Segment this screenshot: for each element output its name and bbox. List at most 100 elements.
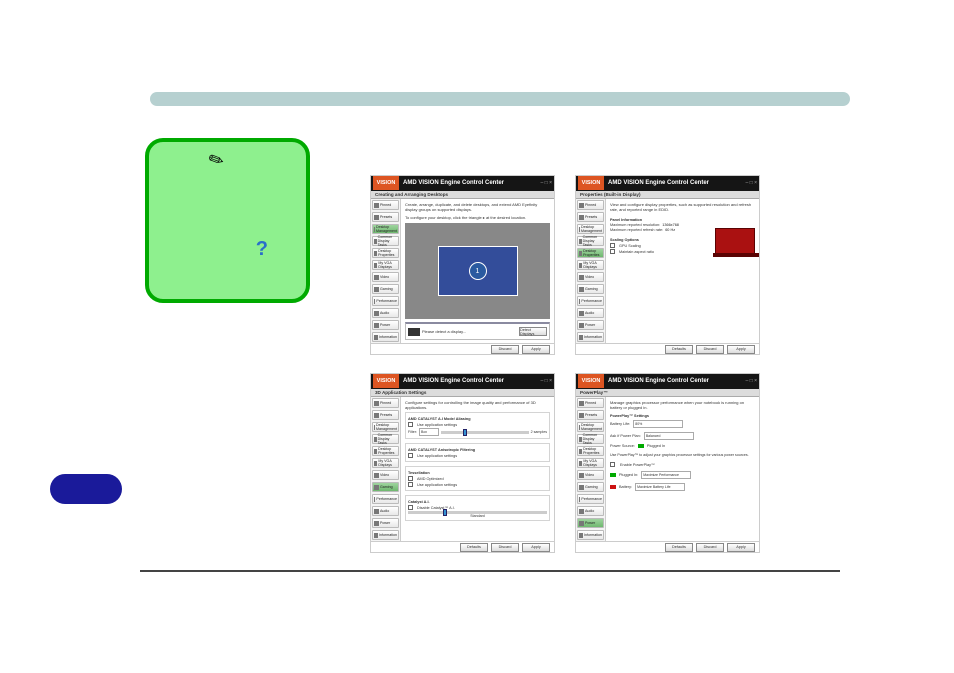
desktop-tile[interactable]: 1 bbox=[438, 246, 518, 296]
tess-use-row[interactable]: Use application settings bbox=[408, 482, 547, 487]
battery-row[interactable]: Battery:Maximize Battery Life bbox=[610, 483, 755, 491]
sidebar-item[interactable]: Information bbox=[577, 530, 604, 540]
sidebar-item[interactable]: My VGA Displays bbox=[372, 260, 399, 270]
sidebar-item[interactable]: Pinned bbox=[372, 398, 399, 408]
sidebar-item[interactable]: Video bbox=[372, 470, 399, 480]
sidebar-item[interactable]: My VGA Displays bbox=[577, 260, 604, 270]
sidebar-item[interactable]: Performance bbox=[577, 296, 604, 306]
sidebar-item-selected[interactable]: Desktop Properties bbox=[577, 248, 604, 258]
window-controls[interactable]: – □ × bbox=[746, 378, 758, 384]
sidebar-item[interactable]: My VGA Displays bbox=[372, 458, 399, 468]
sidebar-item[interactable]: Common Display Tasks bbox=[577, 236, 604, 246]
scaling-section: Scaling Options bbox=[610, 238, 709, 242]
discard-button[interactable]: Discard bbox=[491, 543, 519, 552]
desktop-preview[interactable]: 1 bbox=[405, 223, 550, 319]
display-icon bbox=[579, 239, 582, 244]
sidebar-item[interactable]: Audio bbox=[577, 506, 604, 516]
apply-button[interactable]: Apply bbox=[727, 345, 755, 354]
discard-button[interactable]: Discard bbox=[696, 345, 724, 354]
detection-strip: Please detect a display... Detect Displa… bbox=[405, 322, 550, 340]
filter-dropdown[interactable]: Box bbox=[419, 428, 439, 436]
af-use-app-row[interactable]: Use application settings bbox=[408, 453, 547, 458]
max-rr-row: Maximum reported refresh rate:60 Hz bbox=[610, 228, 709, 232]
plugged-dropdown[interactable]: Maximize Performance bbox=[641, 471, 691, 479]
sidebar-item[interactable]: Power bbox=[372, 518, 399, 528]
sidebar-item[interactable]: Presets bbox=[577, 410, 604, 420]
sidebar-item[interactable]: Pinned bbox=[372, 200, 399, 210]
sidebar-item[interactable]: Performance bbox=[372, 296, 399, 306]
sidebar-item[interactable]: Information bbox=[577, 332, 604, 342]
sidebar-item[interactable]: Desktop Management bbox=[577, 224, 604, 234]
sidebar-item[interactable]: Presets bbox=[372, 212, 399, 222]
catai-slider[interactable] bbox=[408, 511, 547, 514]
catai-level-label: Standard bbox=[408, 514, 547, 518]
help-icon[interactable]: ? bbox=[256, 238, 268, 261]
sidebar-item[interactable]: Video bbox=[577, 470, 604, 480]
aa-filter-row[interactable]: Filter: Box 2 samples bbox=[408, 428, 547, 436]
pp-subdesc: Use PowerPlay™ to adjust your graphics p… bbox=[610, 453, 755, 457]
sidebar-item[interactable]: Desktop Management bbox=[372, 422, 399, 432]
sidebar-item[interactable]: Common Display Tasks bbox=[372, 236, 399, 246]
sidebar-item[interactable]: Presets bbox=[577, 212, 604, 222]
enable-pp-row[interactable]: Enable PowerPlay™ bbox=[610, 462, 755, 467]
battery-dropdown[interactable]: Maximize Battery Life bbox=[635, 483, 685, 491]
sidebar-item[interactable]: Power bbox=[372, 320, 399, 330]
sidebar-item-selected[interactable]: Gaming bbox=[372, 482, 399, 492]
defaults-button[interactable]: Defaults bbox=[665, 345, 693, 354]
sidebar-note-card: ✎ ? bbox=[145, 138, 310, 303]
sidebar-item-selected[interactable]: Power bbox=[577, 518, 604, 528]
sidebar-item[interactable]: Gaming bbox=[372, 284, 399, 294]
plug-icon bbox=[610, 473, 616, 477]
defaults-button[interactable]: Defaults bbox=[460, 543, 488, 552]
apply-button[interactable]: Apply bbox=[522, 345, 550, 354]
power-source-row: Power Source:Plugged In bbox=[610, 444, 755, 448]
sidebar-item[interactable]: My VGA Displays bbox=[577, 458, 604, 468]
apply-button[interactable]: Apply bbox=[522, 543, 550, 552]
sidebar-item[interactable]: Desktop Properties bbox=[372, 446, 399, 456]
preset-icon bbox=[579, 215, 584, 220]
video-icon bbox=[579, 275, 584, 280]
apply-button[interactable]: Apply bbox=[727, 543, 755, 552]
sidebar-item[interactable]: Pinned bbox=[577, 398, 604, 408]
sidebar-item[interactable]: Gaming bbox=[577, 284, 604, 294]
sidebar-item[interactable]: Power bbox=[577, 320, 604, 330]
desktop-icon bbox=[579, 227, 580, 232]
sidebar-item[interactable]: Audio bbox=[372, 308, 399, 318]
sidebar-item[interactable]: Desktop Properties bbox=[372, 248, 399, 258]
display-icon bbox=[374, 239, 377, 244]
sidebar-item[interactable]: Information bbox=[372, 332, 399, 342]
sidebar-item[interactable]: Audio bbox=[577, 308, 604, 318]
audio-icon bbox=[374, 311, 379, 316]
discard-button[interactable]: Discard bbox=[491, 345, 519, 354]
aa-use-app-row[interactable]: Use application settings bbox=[408, 422, 547, 427]
window-controls[interactable]: – □ × bbox=[541, 180, 553, 186]
window-controls[interactable]: – □ × bbox=[541, 378, 553, 384]
sidebar-item[interactable]: Desktop Properties bbox=[577, 446, 604, 456]
nav-tab-pill[interactable] bbox=[50, 474, 122, 504]
sidebar-item[interactable]: Video bbox=[372, 272, 399, 282]
defaults-button[interactable]: Defaults bbox=[665, 543, 693, 552]
window-controls[interactable]: – □ × bbox=[746, 180, 758, 186]
info-icon bbox=[374, 335, 378, 340]
sidebar-item[interactable]: Information bbox=[372, 530, 399, 540]
detect-displays-button[interactable]: Detect Displays bbox=[519, 327, 547, 336]
sidebar-item[interactable]: Common Display Tasks bbox=[577, 434, 604, 444]
sidebar-item[interactable]: Gaming bbox=[577, 482, 604, 492]
sidebar-item[interactable]: Performance bbox=[372, 494, 399, 504]
catai-disable-row[interactable]: Disable Catalyst™ A.I. bbox=[408, 505, 547, 510]
thumb-powerplay: VISION AMD VISION Engine Control Center … bbox=[575, 373, 760, 553]
tess-opt-row[interactable]: AMD Optimized bbox=[408, 476, 547, 481]
sidebar-item[interactable]: Desktop Management bbox=[577, 422, 604, 432]
sidebar-item[interactable]: Audio bbox=[372, 506, 399, 516]
sidebar-item[interactable]: Pinned bbox=[577, 200, 604, 210]
discard-button[interactable]: Discard bbox=[696, 543, 724, 552]
sidebar-item[interactable]: Common Display Tasks bbox=[372, 434, 399, 444]
sidebar-item[interactable]: Presets bbox=[372, 410, 399, 420]
gpu-scaling-row[interactable]: GPU Scaling bbox=[610, 243, 709, 248]
plugged-row[interactable]: Plugged In:Maximize Performance bbox=[610, 471, 755, 479]
sidebar-item-selected[interactable]: Desktop Management bbox=[372, 224, 399, 234]
maintain-row[interactable]: Maintain aspect ratio bbox=[610, 249, 709, 254]
panel-hint: To configure your desktop, click the tri… bbox=[405, 215, 550, 220]
sidebar-item[interactable]: Performance bbox=[577, 494, 604, 504]
sidebar-item[interactable]: Video bbox=[577, 272, 604, 282]
